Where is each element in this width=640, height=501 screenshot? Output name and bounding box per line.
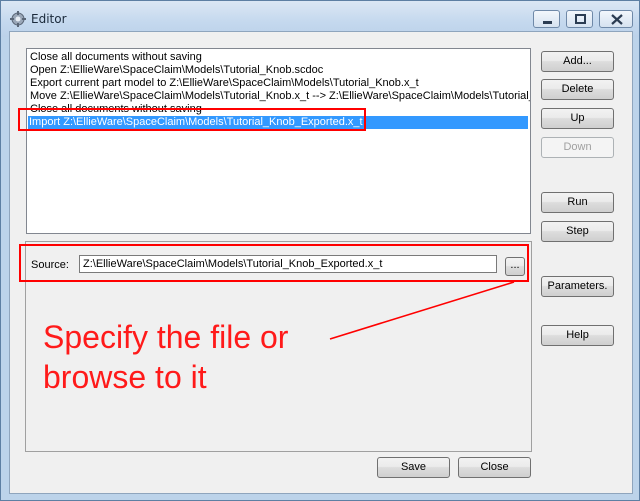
minimize-button[interactable] — [533, 10, 560, 28]
minimize-icon — [543, 21, 552, 24]
annotation-line-2: browse to it — [43, 359, 207, 395]
list-item[interactable]: Move Z:\EllieWare\SpaceClaim\Models\Tuto… — [29, 90, 530, 103]
annotation-line-1: Specify the file or — [43, 319, 289, 355]
close-button[interactable]: Close — [458, 457, 531, 478]
annotation-text: Specify the file or browse to it — [43, 317, 288, 397]
save-button[interactable]: Save — [377, 457, 450, 478]
down-button[interactable]: Down — [541, 137, 614, 158]
browse-button[interactable]: ... — [505, 257, 525, 276]
app-icon — [10, 11, 26, 27]
list-item[interactable]: Export current part model to Z:\EllieWar… — [29, 77, 419, 90]
source-label: Source: — [31, 259, 69, 271]
close-window-button[interactable] — [599, 10, 633, 28]
close-icon — [611, 14, 623, 25]
step-button[interactable]: Step — [541, 221, 614, 242]
run-button[interactable]: Run — [541, 192, 614, 213]
list-item-selected[interactable]: Import Z:\EllieWare\SpaceClaim\Models\Tu… — [28, 116, 528, 129]
parameters-button[interactable]: Parameters. — [541, 276, 614, 297]
window-title: Editor — [31, 12, 67, 26]
editor-window: Editor Close all documents without savin… — [0, 0, 640, 501]
editor-client-area: Close all documents without saving Open … — [9, 31, 633, 494]
maximize-button[interactable] — [566, 10, 593, 28]
maximize-icon — [575, 14, 586, 24]
command-list[interactable]: Close all documents without saving Open … — [26, 48, 531, 234]
delete-button[interactable]: Delete — [541, 79, 614, 100]
add-button[interactable]: Add... — [541, 51, 614, 72]
list-item[interactable]: Close all documents without saving — [29, 51, 202, 64]
help-button[interactable]: Help — [541, 325, 614, 346]
list-item[interactable]: Open Z:\EllieWare\SpaceClaim\Models\Tuto… — [29, 64, 323, 77]
list-item[interactable]: Close all documents without saving — [29, 103, 202, 116]
up-button[interactable]: Up — [541, 108, 614, 129]
source-path-input[interactable]: Z:\EllieWare\SpaceClaim\Models\Tutorial_… — [79, 255, 497, 273]
